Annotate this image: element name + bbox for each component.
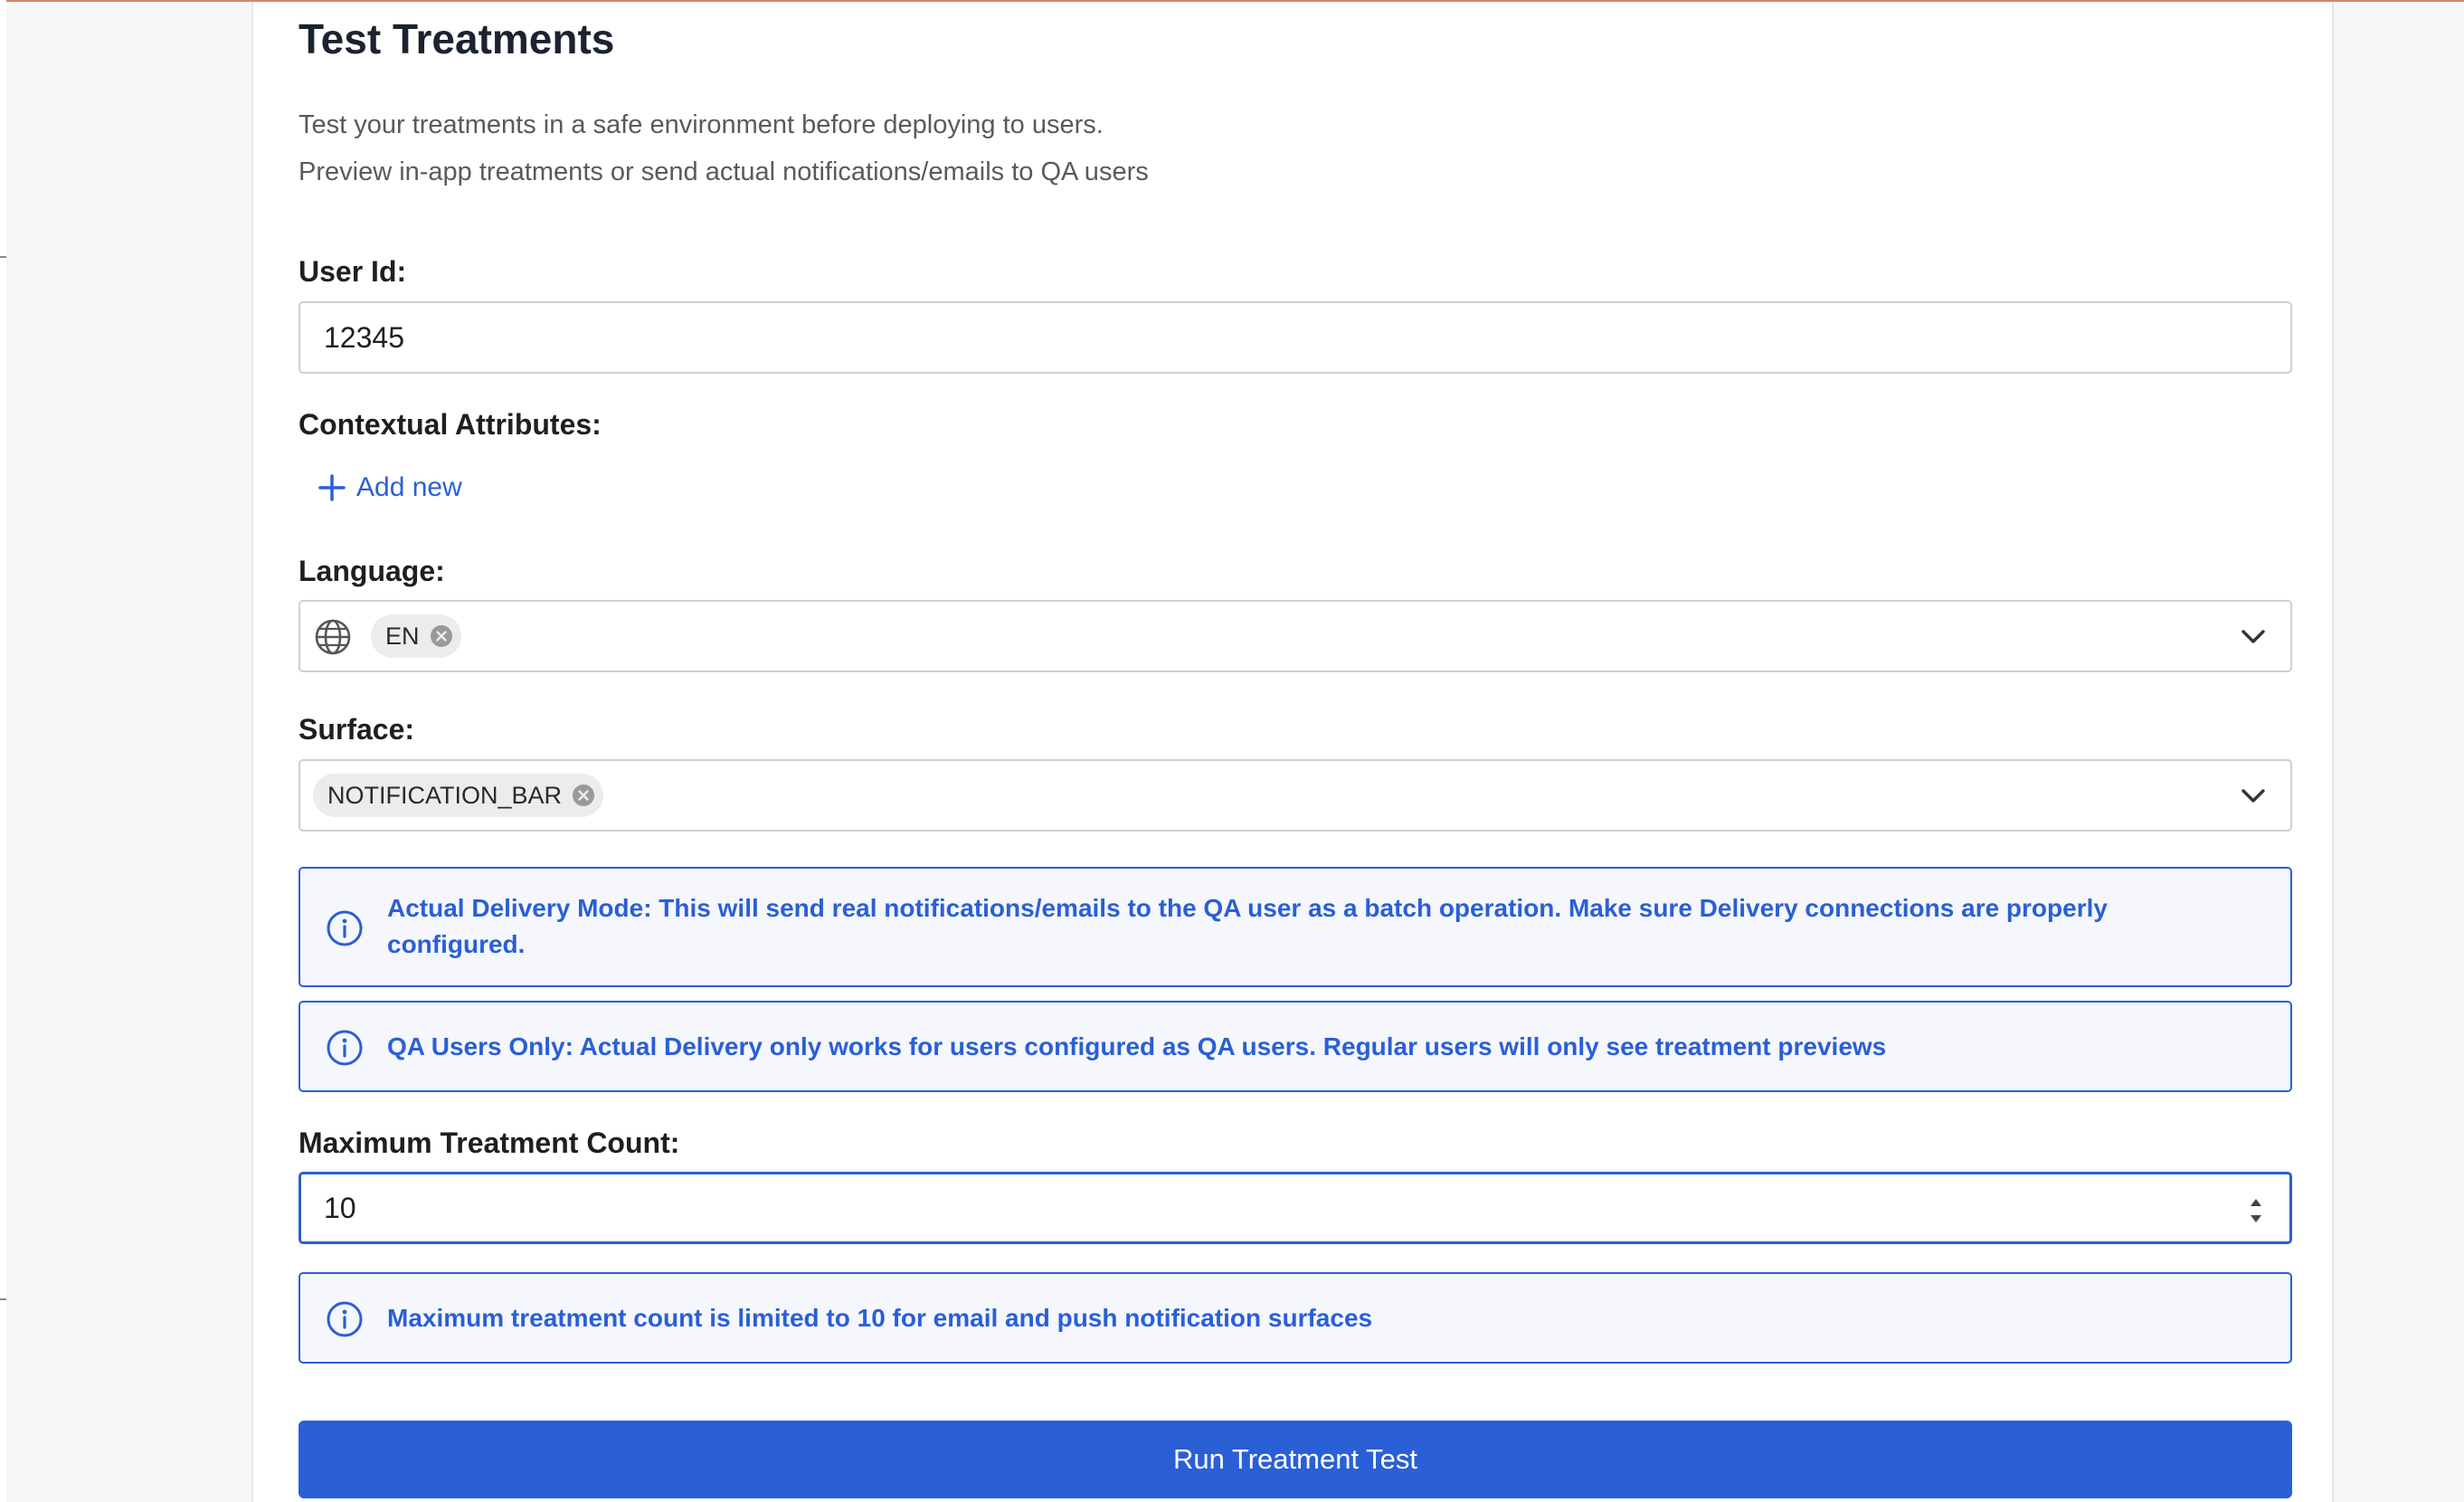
gutter-tick — [0, 1298, 6, 1300]
chevron-down-icon[interactable] — [2240, 625, 2267, 649]
language-label: Language: — [299, 555, 445, 587]
max-count-alert: Maximum treatment count is limited to 10… — [299, 1272, 2292, 1364]
left-gutter — [0, 0, 6, 1502]
user-id-label: User Id: — [299, 255, 407, 288]
surface-select[interactable]: NOTIFICATION_BAR — [299, 759, 2292, 832]
number-stepper-icon[interactable] — [2246, 1191, 2266, 1231]
globe-icon — [315, 619, 351, 655]
run-treatment-test-button[interactable]: Run Treatment Test — [299, 1421, 2292, 1498]
surface-label: Surface: — [299, 713, 415, 746]
max-treatment-count-input[interactable]: 10 — [299, 1172, 2292, 1244]
qa-users-alert: QA Users Only: Actual Delivery only work… — [299, 1001, 2292, 1092]
info-icon — [327, 1301, 363, 1337]
test-treatments-panel: Test Treatments Test your treatments in … — [251, 2, 2334, 1502]
user-id-value: 12345 — [324, 321, 404, 354]
gutter-tick — [0, 256, 6, 258]
page-subtitle-line1: Test your treatments in a safe environme… — [299, 110, 1104, 139]
page-subtitle-line2: Preview in-app treatments or send actual… — [299, 157, 1149, 186]
max-treatment-count-label: Maximum Treatment Count: — [299, 1126, 680, 1159]
add-new-attribute-button[interactable]: Add new — [318, 465, 462, 510]
page-title: Test Treatments — [299, 15, 615, 62]
surface-chip-label: NOTIFICATION_BAR — [327, 781, 563, 809]
plus-icon — [318, 474, 346, 501]
max-treatment-count-value: 10 — [324, 1192, 356, 1224]
qa-users-text: QA Users Only: Actual Delivery only work… — [387, 1032, 1887, 1060]
chevron-down-icon[interactable] — [2240, 784, 2267, 808]
info-icon — [327, 910, 363, 946]
language-chip-en: EN — [371, 614, 461, 658]
remove-language-chip-icon[interactable] — [429, 623, 454, 649]
user-id-input[interactable]: 12345 — [299, 301, 2292, 374]
language-chip-label: EN — [385, 622, 420, 650]
delivery-mode-text: Actual Delivery Mode: This will send rea… — [387, 894, 2108, 958]
info-icon — [327, 1030, 363, 1066]
surface-chip-notification-bar: NOTIFICATION_BAR — [313, 774, 604, 817]
delivery-mode-alert: Actual Delivery Mode: This will send rea… — [299, 867, 2292, 987]
language-select[interactable]: EN — [299, 600, 2292, 672]
contextual-attributes-label: Contextual Attributes: — [299, 408, 602, 441]
remove-surface-chip-icon[interactable] — [571, 783, 596, 808]
add-new-label: Add new — [356, 472, 462, 502]
max-count-text: Maximum treatment count is limited to 10… — [387, 1304, 1373, 1332]
